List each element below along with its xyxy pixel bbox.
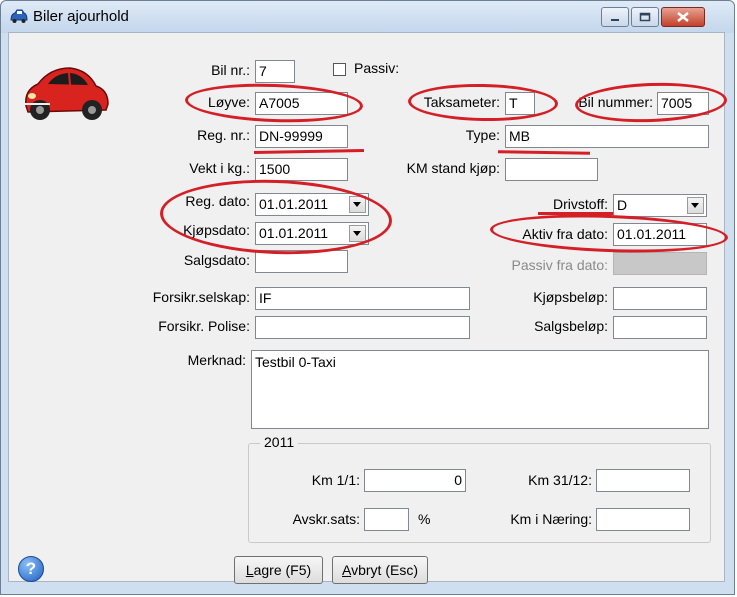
aktiv-fra-dato-label: Aktiv fra dato: bbox=[522, 226, 608, 242]
bil-nummer-input[interactable]: 7005 bbox=[657, 92, 709, 115]
avskr-sats-input[interactable] bbox=[364, 508, 409, 531]
taksameter-label: Taksameter: bbox=[423, 94, 500, 110]
type-input[interactable]: MB bbox=[505, 125, 709, 148]
kjopsdato-value: 01.01.2011 bbox=[259, 225, 329, 241]
forsikr-selskap-input[interactable]: IF bbox=[255, 287, 470, 310]
help-icon[interactable]: ? bbox=[18, 556, 44, 582]
km-31-12-label: Km 31/12: bbox=[528, 472, 592, 488]
merknad-textarea[interactable]: Testbil 0-Taxi bbox=[251, 350, 709, 429]
minimize-icon bbox=[611, 19, 619, 21]
drivstoff-label: Drivstoff: bbox=[553, 196, 608, 212]
aktiv-fra-dato-input[interactable]: 01.01.2011 bbox=[613, 223, 707, 246]
bil-nummer-label: Bil nummer: bbox=[578, 94, 653, 110]
kjopsdato-select[interactable]: 01.01.2011 bbox=[255, 222, 369, 245]
forsikr-polise-label: Forsikr. Polise: bbox=[158, 318, 250, 334]
avbryt-button[interactable]: Avbryt (Esc) bbox=[332, 556, 428, 584]
car-app-icon bbox=[10, 9, 28, 23]
window-title: Biler ajourhold bbox=[33, 8, 129, 25]
salgsbelop-input[interactable] bbox=[613, 316, 707, 339]
salgsdato-label: Salgsdato: bbox=[183, 252, 250, 268]
km-1-1-input[interactable]: 0 bbox=[364, 469, 466, 492]
loyve-input[interactable]: A7005 bbox=[255, 92, 348, 115]
km-31-12-input[interactable] bbox=[596, 469, 690, 492]
close-icon bbox=[677, 12, 689, 22]
vekt-label: Vekt i kg.: bbox=[189, 160, 250, 176]
taksameter-input[interactable]: T bbox=[505, 92, 535, 115]
red-car-picture bbox=[24, 67, 109, 120]
reg-dato-label: Reg. dato: bbox=[185, 193, 250, 209]
drivstoff-value: D bbox=[617, 197, 628, 213]
percent-unit: % bbox=[418, 511, 431, 527]
vekt-input[interactable]: 1500 bbox=[255, 158, 348, 181]
reg-dato-value: 01.01.2011 bbox=[259, 196, 329, 212]
forsikr-polise-input[interactable] bbox=[255, 316, 470, 339]
km-stand-kjop-label: KM stand kjøp: bbox=[406, 160, 500, 176]
reg-nr-label: Reg. nr.: bbox=[197, 127, 250, 143]
lagre-button[interactable]: Lagre (F5) bbox=[234, 556, 323, 584]
kjopsbelop-input[interactable] bbox=[613, 287, 707, 310]
passiv-fra-dato-label: Passiv fra dato: bbox=[511, 257, 609, 273]
kjopsbelop-label: Kjøpsbeløp: bbox=[533, 289, 608, 305]
km-i-naering-input[interactable] bbox=[596, 508, 690, 531]
passiv-fra-dato-input bbox=[613, 252, 707, 275]
minimize-button[interactable] bbox=[601, 7, 629, 27]
km-stand-kjop-input[interactable] bbox=[505, 158, 598, 181]
kjopsdato-label: Kjøpsdato: bbox=[183, 222, 250, 238]
reg-dato-select[interactable]: 01.01.2011 bbox=[255, 193, 369, 216]
km-i-naering-label: Km i Næring: bbox=[510, 511, 592, 527]
drivstoff-select[interactable]: D bbox=[613, 194, 707, 217]
merknad-label: Merknad: bbox=[187, 352, 246, 368]
avbryt-mnemonic: A bbox=[342, 562, 352, 578]
reg-nr-input[interactable]: DN-99999 bbox=[255, 125, 348, 148]
lagre-label: agre (F5) bbox=[253, 562, 312, 578]
passiv-label: Passiv: bbox=[354, 60, 400, 76]
bil-nr-input[interactable]: 7 bbox=[255, 60, 295, 83]
chevron-down-icon[interactable] bbox=[349, 196, 366, 213]
close-button[interactable] bbox=[661, 7, 705, 27]
maximize-button[interactable] bbox=[631, 7, 659, 27]
lagre-mnemonic: L bbox=[245, 562, 254, 578]
passiv-checkbox[interactable] bbox=[333, 63, 346, 76]
year-groupbox-title: 2011 bbox=[260, 434, 299, 450]
chevron-down-icon[interactable] bbox=[349, 225, 366, 242]
loyve-label: Løyve: bbox=[207, 94, 250, 110]
bil-nr-label: Bil nr.: bbox=[211, 62, 250, 78]
type-label: Type: bbox=[465, 127, 500, 143]
title-bar[interactable]: Biler ajourhold bbox=[1, 1, 734, 33]
chevron-down-icon[interactable] bbox=[687, 197, 704, 214]
avskr-sats-label: Avskr.sats: bbox=[292, 511, 360, 527]
km-1-1-label: Km 1/1: bbox=[311, 472, 360, 488]
salgsdato-input[interactable] bbox=[255, 250, 348, 273]
forsikr-selskap-label: Forsikr.selskap: bbox=[152, 289, 250, 305]
avbryt-label: vbryt (Esc) bbox=[351, 562, 418, 578]
salgsbelop-label: Salgsbeløp: bbox=[534, 318, 608, 334]
maximize-icon bbox=[639, 12, 651, 22]
